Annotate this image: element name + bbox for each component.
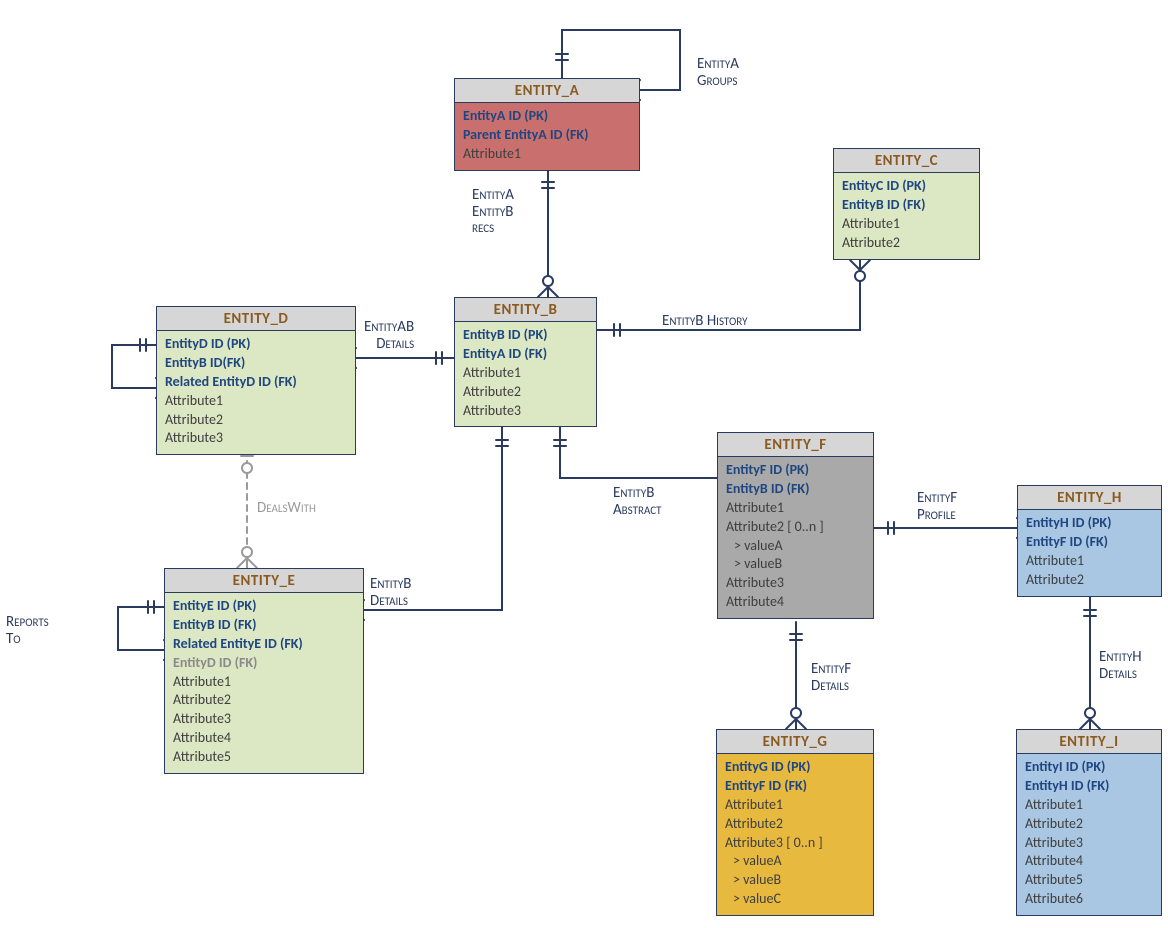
entity-d-row: Attribute1 (165, 392, 347, 411)
entity-i-row: EntityH ID (FK) (1025, 777, 1153, 796)
entity-d-row: Attribute2 (165, 411, 347, 430)
entity-e-row: Attribute5 (173, 748, 355, 767)
entity-g-row: Attribute1 (725, 796, 865, 815)
entity-e-row: Attribute1 (173, 673, 355, 692)
entity-g-row: EntityF ID (FK) (725, 777, 865, 796)
entity-f-body: EntityF ID (PK) EntityB ID (FK) Attribut… (718, 457, 873, 618)
entity-f: ENTITY_F EntityF ID (PK) EntityB ID (FK)… (717, 432, 874, 619)
rel-reportsto: Reports To (6, 614, 49, 647)
entity-b-row: Attribute1 (463, 364, 588, 383)
entity-a-body: EntityA ID (PK) Parent EntityA ID (FK) A… (455, 103, 639, 170)
entity-h-row: EntityF ID (FK) (1026, 533, 1153, 552)
entity-g-row: Attribute3 [ 0..n ] (725, 834, 865, 853)
entity-a-row: Parent EntityA ID (FK) (463, 126, 631, 145)
rel-f-details: EntityF Details (811, 661, 851, 694)
entity-a-row: EntityA ID (PK) (463, 107, 631, 126)
entity-h-title: ENTITY_H (1018, 486, 1161, 510)
entity-a-row: Attribute1 (463, 145, 631, 164)
entity-c-row: Attribute1 (842, 215, 971, 234)
entity-g-row: > valueA (725, 852, 865, 871)
rel-f-profile: EntityF Profile (917, 490, 957, 523)
entity-a-title: ENTITY_A (455, 79, 639, 103)
entity-c: ENTITY_C EntityC ID (PK) EntityB ID (FK)… (833, 148, 980, 260)
entity-h: ENTITY_H EntityH ID (PK) EntityF ID (FK)… (1017, 485, 1162, 597)
entity-e-body: EntityE ID (PK) EntityB ID (FK) Related … (165, 593, 363, 773)
entity-b-row: Attribute3 (463, 402, 588, 421)
entity-d-row: EntityD ID (PK) (165, 335, 347, 354)
entity-c-row: EntityB ID (FK) (842, 196, 971, 215)
entity-f-row: EntityB ID (FK) (726, 480, 865, 499)
entity-i-body: EntityI ID (PK) EntityH ID (FK) Attribut… (1017, 754, 1161, 915)
entity-c-row: EntityC ID (PK) (842, 177, 971, 196)
rel-b-details: EntityB Details (370, 576, 411, 609)
entity-b-body: EntityB ID (PK) EntityA ID (FK) Attribut… (455, 322, 596, 426)
entity-e: ENTITY_E EntityE ID (PK) EntityB ID (FK)… (164, 568, 364, 774)
entity-b-title: ENTITY_B (455, 298, 596, 322)
entity-h-row: Attribute2 (1026, 571, 1153, 590)
entity-b-row: Attribute2 (463, 383, 588, 402)
entity-i-row: Attribute2 (1025, 815, 1153, 834)
entity-d-row: EntityB ID(FK) (165, 354, 347, 373)
entity-e-row: Attribute3 (173, 710, 355, 729)
entity-b-row: EntityA ID (FK) (463, 345, 588, 364)
entity-g-row: > valueC (725, 890, 865, 909)
rel-b-history: EntityB History (662, 313, 747, 330)
entity-e-row: Attribute2 (173, 691, 355, 710)
rel-dealswith: DealsWith (257, 500, 316, 517)
entity-d-body: EntityD ID (PK) EntityB ID(FK) Related E… (157, 331, 355, 454)
rel-ab-details: EntityAB Details (364, 319, 414, 352)
entity-g-title: ENTITY_G (717, 730, 873, 754)
entity-i-row: Attribute5 (1025, 871, 1153, 890)
entity-d-row: Attribute3 (165, 429, 347, 448)
entity-b-row: EntityB ID (PK) (463, 326, 588, 345)
entity-i-title: ENTITY_I (1017, 730, 1161, 754)
entity-f-row: Attribute2 [ 0..n ] (726, 518, 865, 537)
er-diagram: ENTITY_A EntityA ID (PK) Parent EntityA … (0, 0, 1168, 928)
entity-g-body: EntityG ID (PK) EntityF ID (FK) Attribut… (717, 754, 873, 915)
entity-c-title: ENTITY_C (834, 149, 979, 173)
entity-e-row: Attribute4 (173, 729, 355, 748)
entity-c-row: Attribute2 (842, 234, 971, 253)
entity-e-row: EntityD ID (FK) (173, 654, 355, 673)
entity-f-row: Attribute1 (726, 499, 865, 518)
entity-d-title: ENTITY_D (157, 307, 355, 331)
entity-a: ENTITY_A EntityA ID (PK) Parent EntityA … (454, 78, 640, 171)
entity-f-row: > valueA (726, 537, 865, 556)
entity-h-row: Attribute1 (1026, 552, 1153, 571)
entity-h-row: EntityH ID (PK) (1026, 514, 1153, 533)
entity-i: ENTITY_I EntityI ID (PK) EntityH ID (FK)… (1016, 729, 1162, 916)
entity-g-row: Attribute2 (725, 815, 865, 834)
entity-i-row: EntityI ID (PK) (1025, 758, 1153, 777)
entity-e-row: EntityB ID (FK) (173, 616, 355, 635)
rel-a-groups: EntityA Groups (697, 56, 739, 89)
entity-f-row: Attribute4 (726, 593, 865, 612)
entity-f-row: EntityF ID (PK) (726, 461, 865, 480)
entity-e-row: EntityE ID (PK) (173, 597, 355, 616)
entity-i-row: Attribute6 (1025, 890, 1153, 909)
entity-f-title: ENTITY_F (718, 433, 873, 457)
entity-e-row: Related EntityE ID (FK) (173, 635, 355, 654)
entity-f-row: Attribute3 (726, 574, 865, 593)
rel-b-abstract: EntityB Abstract (613, 485, 662, 518)
entity-i-row: Attribute3 (1025, 834, 1153, 853)
entity-i-row: Attribute1 (1025, 796, 1153, 815)
entity-c-body: EntityC ID (PK) EntityB ID (FK) Attribut… (834, 173, 979, 259)
entity-i-row: Attribute4 (1025, 852, 1153, 871)
rel-a-b-recs: EntityA EntityB recs (472, 187, 514, 237)
entity-b: ENTITY_B EntityB ID (PK) EntityA ID (FK)… (454, 297, 597, 427)
entity-f-row: > valueB (726, 555, 865, 574)
entity-e-title: ENTITY_E (165, 569, 363, 593)
entity-d: ENTITY_D EntityD ID (PK) EntityB ID(FK) … (156, 306, 356, 455)
entity-g: ENTITY_G EntityG ID (PK) EntityF ID (FK)… (716, 729, 874, 916)
entity-h-body: EntityH ID (PK) EntityF ID (FK) Attribut… (1018, 510, 1161, 596)
entity-d-row: Related EntityD ID (FK) (165, 373, 347, 392)
rel-h-details: EntityH Details (1099, 649, 1142, 682)
entity-g-row: EntityG ID (PK) (725, 758, 865, 777)
entity-g-row: > valueB (725, 871, 865, 890)
